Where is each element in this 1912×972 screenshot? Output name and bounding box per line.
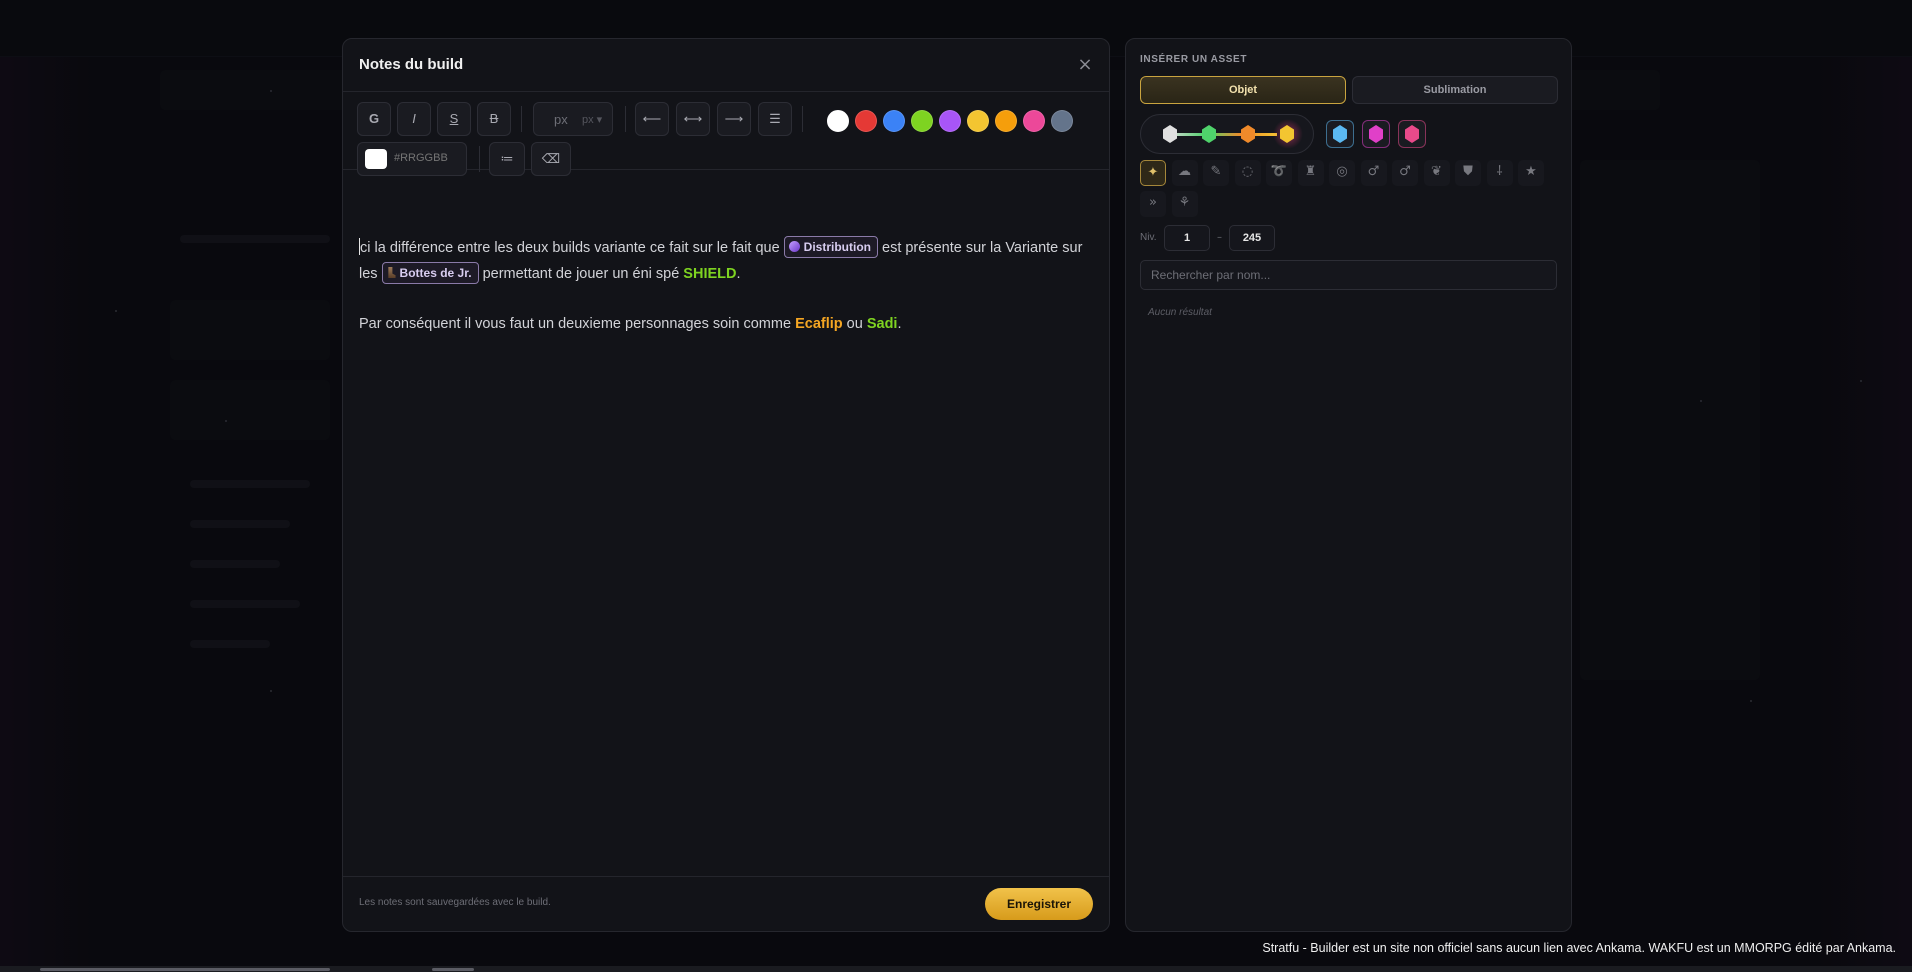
color-swatch[interactable] bbox=[1023, 110, 1045, 132]
level-min-input[interactable] bbox=[1164, 225, 1210, 251]
highlight-text: SHIELD bbox=[683, 266, 737, 282]
align-left-button[interactable]: ⟵ bbox=[635, 102, 669, 136]
category-filter-icon[interactable]: ⚘ bbox=[1171, 191, 1198, 217]
editor-text: . bbox=[897, 316, 902, 332]
align-justify-button[interactable]: ☰ bbox=[758, 102, 792, 136]
sublimation-gem-icon bbox=[788, 241, 800, 252]
scrollbar-thumb[interactable] bbox=[40, 968, 330, 971]
color-swatch[interactable] bbox=[827, 110, 849, 132]
category-filter-icon[interactable]: ♂ bbox=[1392, 160, 1418, 186]
strikethrough-button[interactable]: S bbox=[437, 102, 471, 136]
asset-panel-title: INSÉRER UN ASSET bbox=[1140, 54, 1248, 65]
category-filter-icon[interactable]: ☁ bbox=[1171, 160, 1198, 186]
editor-text: permettant de jouer un éni spé bbox=[482, 266, 680, 282]
asset-search-input[interactable] bbox=[1140, 260, 1557, 290]
notes-modal: Notes du build × G I S B px px ▾ ⟵ ⟷ ⟶ ☰… bbox=[342, 38, 1110, 932]
font-size-value: px bbox=[554, 112, 568, 127]
category-filter-icon[interactable]: ⛊ bbox=[1455, 160, 1481, 186]
editor-text: . bbox=[736, 266, 741, 282]
formatting-toolbar: G I S B px px ▾ ⟵ ⟷ ⟶ ☰ ≔ ⌫ bbox=[343, 39, 1109, 176]
level-max-input[interactable] bbox=[1229, 225, 1275, 251]
rarity-gem-icon[interactable] bbox=[1163, 125, 1177, 143]
italic-button[interactable]: I bbox=[397, 102, 431, 136]
asset-chip-label: Distribution bbox=[803, 240, 871, 254]
horizontal-scrollbar[interactable] bbox=[0, 966, 1912, 972]
color-swatch[interactable] bbox=[883, 110, 905, 132]
current-color-chip[interactable] bbox=[365, 149, 387, 169]
asset-chip-bottes[interactable]: Bottes de Jr. bbox=[381, 262, 479, 284]
asset-chip-label: Bottes de Jr. bbox=[399, 266, 472, 280]
category-filter-icon[interactable]: ★ bbox=[1518, 160, 1544, 186]
color-swatch[interactable] bbox=[939, 110, 961, 132]
editor-paragraph: ci la différence entre les deux builds v… bbox=[359, 235, 1097, 287]
color-swatch[interactable] bbox=[1051, 110, 1073, 132]
align-right-button[interactable]: ⟶ bbox=[717, 102, 751, 136]
editor-text: Par conséquent il vous faut un deuxieme … bbox=[359, 316, 792, 332]
color-swatch[interactable] bbox=[855, 110, 877, 132]
hex-color-field[interactable] bbox=[357, 142, 467, 176]
color-swatch[interactable] bbox=[995, 110, 1017, 132]
boots-icon bbox=[388, 267, 396, 278]
save-button[interactable]: Enregistrer bbox=[985, 888, 1093, 920]
toolbar-divider bbox=[802, 106, 803, 132]
toolbar-divider bbox=[479, 146, 480, 172]
rarity-gem-icon[interactable] bbox=[1241, 125, 1255, 143]
category-filter-icon[interactable]: ❦ bbox=[1423, 160, 1450, 186]
gem-filter-button[interactable] bbox=[1326, 120, 1354, 148]
footer-hint: Les notes sont sauvegardées avec le buil… bbox=[359, 897, 551, 908]
gem-filter-button[interactable] bbox=[1362, 120, 1390, 148]
tab-object[interactable]: Objet bbox=[1140, 76, 1346, 104]
color-swatch[interactable] bbox=[911, 110, 933, 132]
notes-footer: Les notes sont sauvegardées avec le buil… bbox=[343, 876, 1109, 931]
category-filter-icon[interactable]: ✎ bbox=[1203, 160, 1229, 186]
highlight-text: Ecaflip bbox=[795, 316, 843, 332]
font-size-unit: px ▾ bbox=[582, 114, 603, 126]
site-disclaimer: Stratfu - Builder est un site non offici… bbox=[1262, 941, 1896, 955]
highlight-text: Sadi bbox=[866, 316, 898, 332]
underline-button[interactable]: B bbox=[477, 102, 511, 136]
rarity-track bbox=[1169, 133, 1277, 136]
level-label: Niv. bbox=[1140, 232, 1157, 243]
editor-text: ou bbox=[846, 316, 863, 332]
rarity-gem-icon[interactable] bbox=[1202, 125, 1216, 143]
gem-icon bbox=[1405, 125, 1419, 143]
gem-filter-button[interactable] bbox=[1398, 120, 1426, 148]
category-filter-icon[interactable]: ⸸ bbox=[1486, 160, 1513, 186]
hex-color-input[interactable] bbox=[394, 152, 460, 164]
editor-text: ci la différence entre les deux builds v… bbox=[360, 240, 780, 256]
no-result-text: Aucun résultat bbox=[1148, 307, 1212, 318]
level-range-dash: – bbox=[1217, 232, 1222, 243]
category-filter-icon[interactable]: » bbox=[1140, 191, 1166, 217]
category-filter-icon[interactable]: ➰ bbox=[1266, 160, 1292, 186]
align-center-button[interactable]: ⟷ bbox=[676, 102, 710, 136]
category-filter-icon[interactable]: ◎ bbox=[1329, 160, 1355, 186]
font-size-select[interactable]: px px ▾ bbox=[533, 102, 613, 136]
tab-sublimation[interactable]: Sublimation bbox=[1352, 76, 1558, 104]
asset-chip-distribution[interactable]: Distribution bbox=[783, 236, 878, 258]
insert-asset-panel: INSÉRER UN ASSET Objet Sublimation ✦ ☁ ✎ ◌ ➰… bbox=[1125, 38, 1572, 932]
rarity-slider[interactable] bbox=[1140, 114, 1314, 154]
toolbar-divider bbox=[625, 106, 626, 132]
category-filter-icon[interactable]: ♂ bbox=[1360, 160, 1387, 186]
category-filter-icon[interactable]: ◌ bbox=[1234, 160, 1261, 186]
toolbar-divider bbox=[521, 106, 522, 132]
bullet-list-button[interactable]: ≔ bbox=[489, 142, 525, 176]
category-filter-icon[interactable]: ♜ bbox=[1297, 160, 1324, 186]
bold-button[interactable]: G bbox=[357, 102, 391, 136]
editor-paragraph: Par conséquent il vous faut un deuxieme … bbox=[359, 311, 1097, 337]
scrollbar-thumb[interactable] bbox=[432, 968, 474, 971]
gem-icon bbox=[1369, 125, 1383, 143]
clear-format-button[interactable]: ⌫ bbox=[531, 142, 571, 176]
notes-editor[interactable]: ci la différence entre les deux builds v… bbox=[359, 235, 1097, 361]
category-filter-icon[interactable]: ✦ bbox=[1140, 160, 1166, 186]
color-swatch[interactable] bbox=[967, 110, 989, 132]
gem-icon bbox=[1333, 125, 1347, 143]
